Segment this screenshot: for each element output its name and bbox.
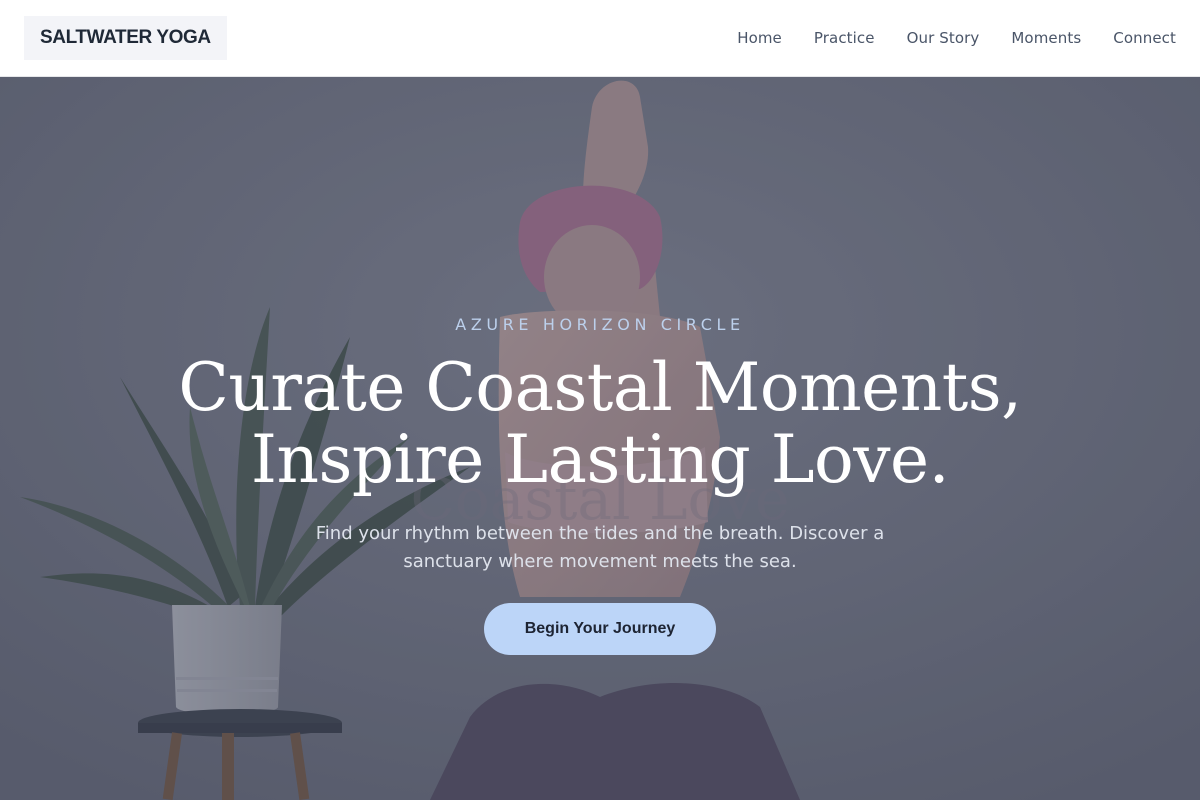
begin-journey-button[interactable]: Begin Your Journey (484, 603, 716, 655)
nav-link-our-story[interactable]: Our Story (907, 29, 980, 47)
nav-link-connect[interactable]: Connect (1113, 29, 1176, 47)
hero-content: AZURE HORIZON CIRCLE Curate Coastal Mome… (0, 77, 1200, 800)
main-nav: Home Practice Our Story Moments Connect (705, 29, 1176, 47)
site-header: SALTWATER YOGA Home Practice Our Story M… (0, 0, 1200, 77)
brand-logo[interactable]: SALTWATER YOGA (24, 16, 227, 60)
nav-link-moments[interactable]: Moments (1011, 29, 1081, 47)
hero-headline: Curate Coastal Moments, Inspire Lasting … (0, 352, 1200, 496)
hero-eyebrow: AZURE HORIZON CIRCLE (455, 315, 745, 334)
hero-section: Coastal Love AZURE HORIZON CIRCLE Curate… (0, 77, 1200, 800)
nav-link-home[interactable]: Home (737, 29, 782, 47)
hero-headline-line-1: Curate Coastal Moments, (178, 349, 1022, 426)
hero-subtitle: Find your rhythm between the tides and t… (315, 523, 885, 572)
nav-link-practice[interactable]: Practice (814, 29, 875, 47)
hero-headline-line-2: Inspire Lasting Love. (250, 421, 950, 498)
